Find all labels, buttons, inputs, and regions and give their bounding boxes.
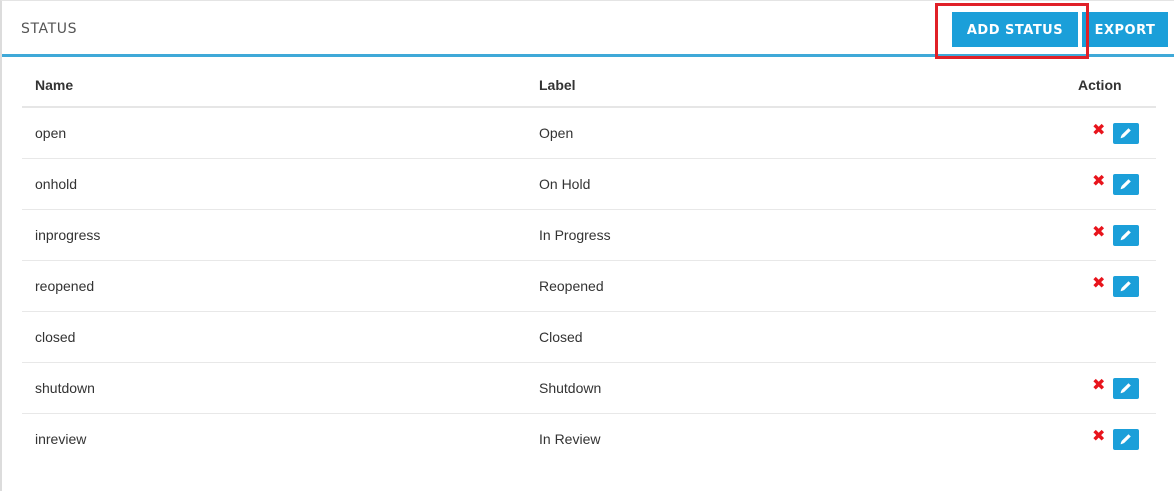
export-button[interactable]: EXPORT xyxy=(1082,12,1168,47)
status-table: Name Label Action open Open ✖ onhold On Hold… xyxy=(22,60,1156,465)
pencil-icon xyxy=(1120,434,1131,445)
table-row: inreview In Review ✖ xyxy=(22,414,1156,465)
pencil-icon xyxy=(1120,281,1131,292)
panel-header: STATUS ADD STATUS EXPORT xyxy=(2,1,1174,57)
status-panel: STATUS ADD STATUS EXPORT Name Label Acti… xyxy=(0,0,1174,491)
close-icon[interactable]: ✖ xyxy=(1092,122,1106,138)
status-label: Open xyxy=(539,125,574,141)
status-name: onhold xyxy=(35,176,78,192)
table-header: Name Label Action xyxy=(22,60,1156,108)
column-header-name: Name xyxy=(35,77,74,93)
table-row: reopened Reopened ✖ xyxy=(22,261,1156,312)
table-row: open Open ✖ xyxy=(22,108,1156,159)
pencil-icon xyxy=(1120,128,1131,139)
status-label: In Review xyxy=(539,431,601,447)
status-label: Reopened xyxy=(539,278,604,294)
table-row: inprogress In Progress ✖ xyxy=(22,210,1156,261)
table-row: shutdown Shutdown ✖ xyxy=(22,363,1156,414)
edit-button[interactable] xyxy=(1113,225,1139,246)
column-header-action: Action xyxy=(1078,77,1122,93)
table-row: closed Closed xyxy=(22,312,1156,363)
status-name: reopened xyxy=(35,278,95,294)
status-label: Closed xyxy=(539,329,583,345)
add-status-button[interactable]: ADD STATUS xyxy=(952,12,1078,47)
table-row: onhold On Hold ✖ xyxy=(22,159,1156,210)
status-label: On Hold xyxy=(539,176,591,192)
table-body: open Open ✖ onhold On Hold ✖ inprogress In Prog… xyxy=(22,108,1156,465)
close-icon[interactable]: ✖ xyxy=(1092,377,1106,393)
status-name: shutdown xyxy=(35,380,95,396)
close-icon[interactable]: ✖ xyxy=(1092,224,1106,240)
pencil-icon xyxy=(1120,179,1131,190)
edit-button[interactable] xyxy=(1113,429,1139,450)
page-title: STATUS xyxy=(21,21,78,37)
status-name: inreview xyxy=(35,431,87,447)
status-name: inprogress xyxy=(35,227,101,243)
close-icon[interactable]: ✖ xyxy=(1092,275,1106,291)
status-label: In Progress xyxy=(539,227,611,243)
column-header-label: Label xyxy=(539,77,576,93)
close-icon[interactable]: ✖ xyxy=(1092,428,1106,444)
status-name: closed xyxy=(35,329,76,345)
pencil-icon xyxy=(1120,383,1131,394)
edit-button[interactable] xyxy=(1113,123,1139,144)
pencil-icon xyxy=(1120,230,1131,241)
status-label: Shutdown xyxy=(539,380,602,396)
edit-button[interactable] xyxy=(1113,174,1139,195)
status-name: open xyxy=(35,125,67,141)
close-icon[interactable]: ✖ xyxy=(1092,173,1106,189)
edit-button[interactable] xyxy=(1113,378,1139,399)
edit-button[interactable] xyxy=(1113,276,1139,297)
